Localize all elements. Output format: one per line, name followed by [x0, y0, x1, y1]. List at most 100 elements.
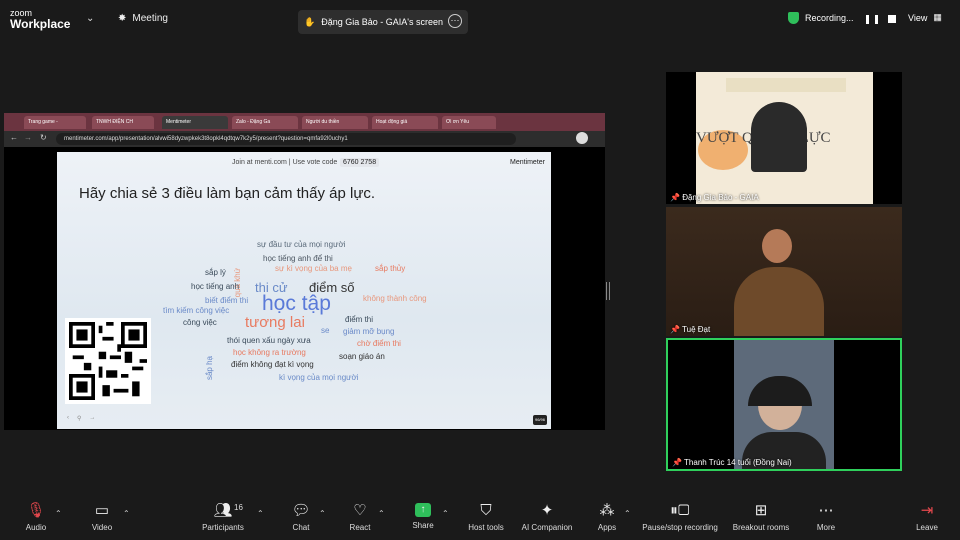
- browser-tab[interactable]: Người du thiền: [302, 116, 368, 129]
- word-cloud-item: tương lai: [245, 314, 305, 331]
- apps-icon: ⁂: [599, 502, 615, 519]
- chat-button[interactable]: 💬︎ Chat: [288, 503, 314, 533]
- chevron-up-icon[interactable]: ⌃: [319, 509, 326, 518]
- mic-muted-icon: 🎙︎: [26, 502, 46, 519]
- resize-handle[interactable]: [606, 282, 610, 300]
- browser-tab[interactable]: Ơi ơn Yêu: [442, 116, 496, 129]
- ai-companion-button[interactable]: ✦ AI Companion: [516, 503, 578, 533]
- pause-icon[interactable]: [866, 14, 869, 24]
- chevron-up-icon[interactable]: ⌃: [624, 509, 631, 518]
- word-cloud-item: sắp lý: [205, 268, 226, 277]
- share-button[interactable]: ↑ Share: [410, 503, 436, 530]
- screen-share-indicator[interactable]: ✋ Đặng Gia Bảo - GAIA's screen ···: [298, 10, 468, 34]
- host-tools-button[interactable]: ⛉ Host tools: [464, 502, 508, 533]
- hand-icon: ✋: [304, 16, 316, 27]
- word-cloud-item: học không ra trường: [233, 348, 306, 357]
- pause-recording-label: Pause/stop recording: [642, 523, 718, 532]
- video-tile[interactable]: 📌 Tuệ Đạt: [666, 207, 902, 336]
- slide-controls: ‹ ⚲ →: [67, 415, 95, 422]
- word-cloud-item: giảm mỡ bụng: [343, 327, 395, 336]
- participant-name: 📌 Đặng Gia Bảo - GAIA: [670, 193, 759, 202]
- video-tile-active-speaker[interactable]: 📌 Thanh Trúc 14 tuổi (Đồng Nai): [666, 338, 902, 471]
- shield-icon: ⛉: [480, 502, 492, 519]
- participant-name-text: Thanh Trúc 14 tuổi (Đồng Nai): [684, 458, 792, 467]
- participant-hair: [748, 376, 812, 406]
- recording-status: Recording...: [788, 12, 854, 24]
- qr-code: [65, 318, 151, 404]
- screen-title: Đặng Gia Bảo - GAIA's screen: [321, 17, 443, 27]
- share-label: Share: [412, 521, 434, 530]
- grid-icon: ⊞: [754, 502, 768, 519]
- chevron-up-icon[interactable]: ⌃: [55, 509, 62, 518]
- recording-controls: [866, 11, 896, 27]
- apps-button[interactable]: ⁂ Apps: [594, 502, 620, 533]
- word-cloud-item: không thành công: [363, 294, 427, 303]
- browser-tab-active[interactable]: Mentimeter: [162, 116, 228, 129]
- react-label: React: [349, 523, 371, 532]
- view-label: View: [908, 12, 928, 23]
- vote-code: 6760 2758: [340, 158, 380, 167]
- chevron-down-icon[interactable]: ⌄: [86, 13, 94, 24]
- leave-icon: ⇥: [920, 502, 934, 519]
- audio-button[interactable]: 🎙︎ Audio: [22, 502, 50, 533]
- word-cloud-item: se: [321, 326, 330, 335]
- browser-toolbar: ← → ↻ mentimeter.com/app/presentation/al…: [4, 131, 605, 147]
- shared-slide-thumbnail: VƯỢT QUA ÁP LỰC: [696, 72, 873, 204]
- meeting-menu[interactable]: ✸ Meeting: [118, 13, 168, 24]
- pause-icon-bar: [875, 14, 878, 24]
- pin-icon[interactable]: ⚲: [77, 415, 81, 422]
- avatar[interactable]: [576, 132, 588, 144]
- chevron-up-icon[interactable]: ⌃: [378, 509, 385, 518]
- word-cloud-item: sự đầu tư của mọi người: [257, 240, 346, 249]
- more-label: More: [816, 523, 836, 532]
- more-button[interactable]: ⋯ More: [812, 503, 840, 533]
- qr-code-icon: [69, 322, 147, 400]
- gear-icon: ✸: [118, 13, 127, 24]
- reload-icon[interactable]: ↻: [40, 133, 47, 142]
- meeting-label: Meeting: [132, 13, 168, 24]
- word-cloud-item: biết điểm thi: [205, 296, 249, 305]
- participant-video: [751, 102, 807, 172]
- word-cloud-item: tìm kiếm công việc: [163, 306, 230, 315]
- word-cloud-item: điểm thi: [345, 315, 374, 324]
- join-text: Join at menti.com | Use vote code: [232, 159, 338, 166]
- word-cloud-item: công việc: [183, 318, 217, 327]
- url-field[interactable]: mentimeter.com/app/presentation/alvwi58d…: [56, 133, 516, 145]
- participants-label: Participants: [202, 523, 244, 532]
- next-icon[interactable]: →: [89, 415, 95, 422]
- participant-body: [734, 267, 824, 336]
- participant-head: [762, 229, 792, 263]
- logo-line2: Workplace: [10, 17, 71, 31]
- chevron-up-icon[interactable]: ⌃: [123, 509, 130, 518]
- chat-label: Chat: [292, 523, 310, 532]
- stop-icon[interactable]: [888, 15, 896, 23]
- prev-icon[interactable]: ‹: [67, 415, 69, 422]
- video-tile[interactable]: VƯỢT QUA ÁP LỰC 📌 Đặng Gia Bảo - GAIA: [666, 72, 902, 204]
- breakout-rooms-button[interactable]: ⊞ Breakout rooms: [730, 502, 792, 533]
- pause-recording-button[interactable]: ⏸▢ Pause/stop recording: [638, 502, 722, 533]
- logo-strip: [726, 78, 846, 92]
- forward-icon[interactable]: →: [24, 133, 32, 142]
- browser-tab[interactable]: Hoạt động giá: [372, 116, 438, 129]
- shared-screen[interactable]: Trang game - TNWH ĐIỆN CH Mentimeter Zal…: [4, 113, 605, 430]
- word-cloud-item: học tiếng anh để thi: [263, 254, 333, 263]
- chevron-up-icon[interactable]: ⌃: [442, 509, 449, 518]
- browser-tab[interactable]: Trang game -: [24, 116, 86, 129]
- browser-tab[interactable]: Zalo - Đặng Ga: [232, 116, 298, 129]
- word-cloud-item: thói quen xấu ngày xưa: [227, 336, 311, 345]
- video-button[interactable]: ▭ Video: [88, 503, 116, 533]
- back-icon[interactable]: ←: [10, 133, 18, 142]
- react-button[interactable]: ♡ React: [346, 503, 374, 533]
- chevron-up-icon[interactable]: ⌃: [257, 509, 264, 518]
- pause-stop-icon: ⏸▢: [670, 502, 690, 519]
- leave-button[interactable]: ⇥ Leave: [912, 502, 942, 533]
- browser-tab[interactable]: TNWH ĐIỆN CH: [92, 116, 154, 129]
- word-cloud-item: sắp hạ: [205, 356, 214, 381]
- mentimeter-brand: Mentimeter: [509, 159, 545, 166]
- host-tools-label: Host tools: [468, 523, 504, 532]
- more-icon[interactable]: ···: [448, 14, 462, 28]
- word-cloud-item: học tập: [262, 292, 331, 315]
- shield-icon: [788, 12, 799, 24]
- view-button[interactable]: View ▦: [908, 12, 942, 23]
- mentimeter-slide: Join at menti.com | Use vote code 6760 2…: [57, 152, 551, 429]
